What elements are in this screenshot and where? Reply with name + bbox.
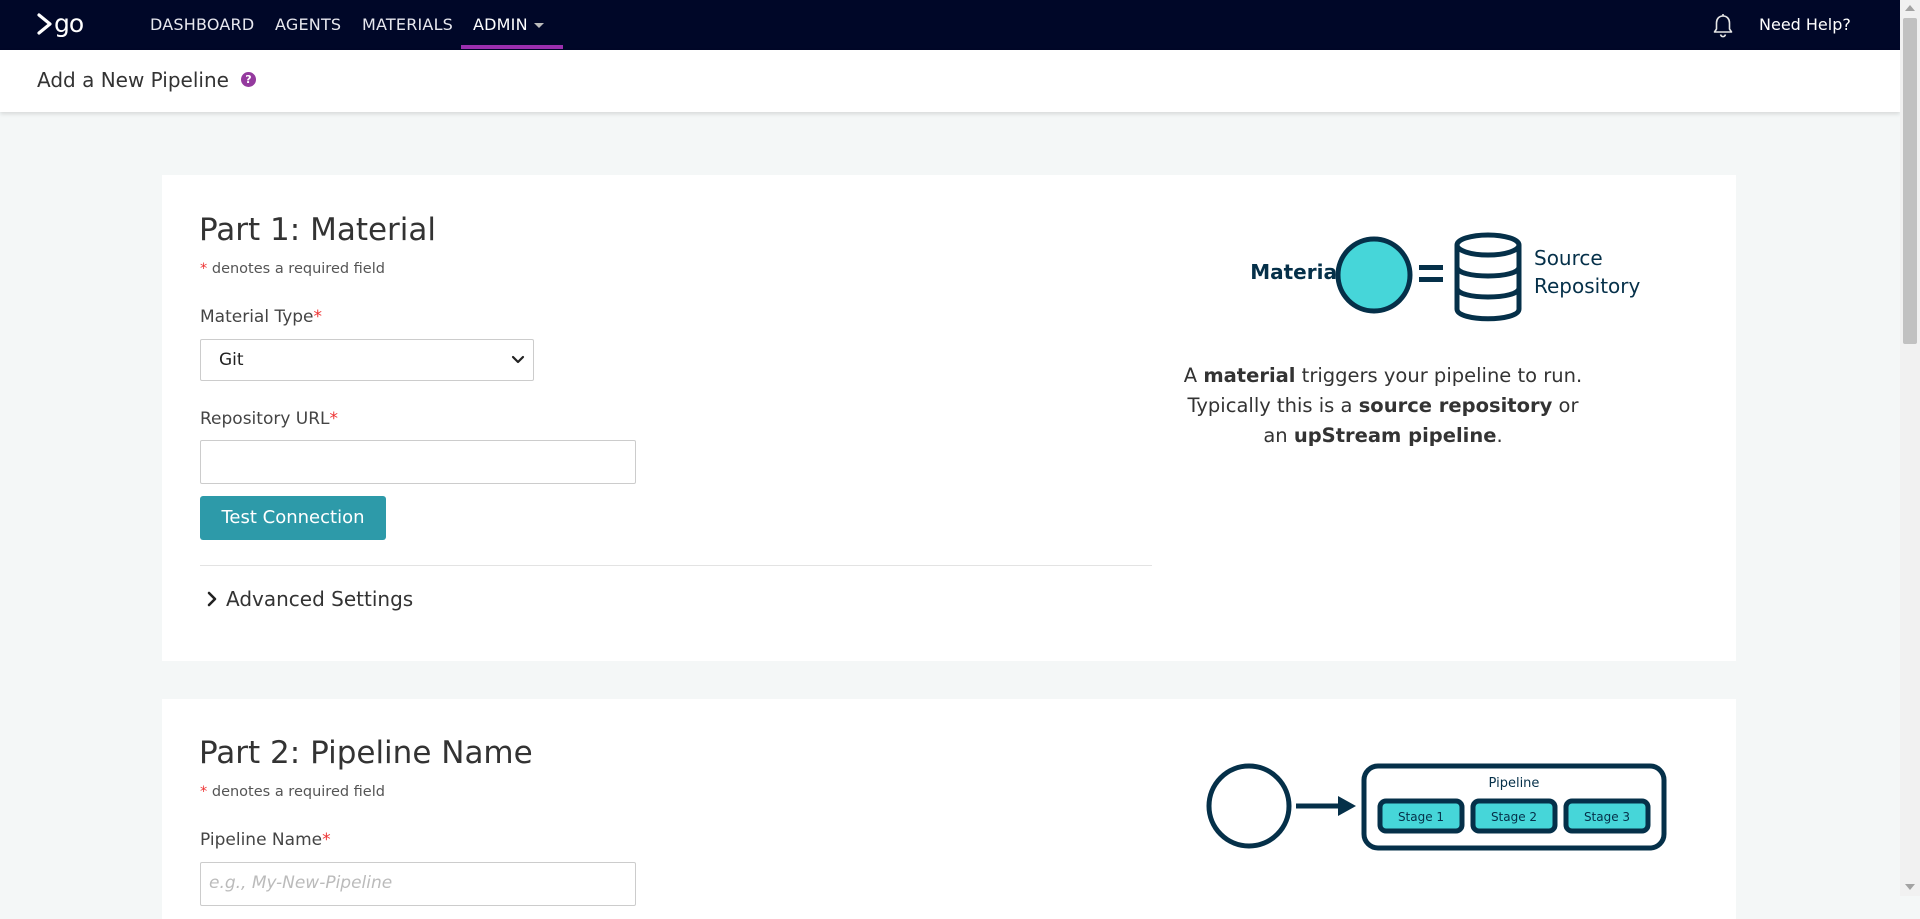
required-note-text: denotes a required field (207, 261, 385, 277)
pipeline-stages-illustration: Pipeline Stage 1 Stage 2 Stage 3 (1206, 763, 1667, 851)
illus-material-text: Material (1250, 260, 1344, 284)
illus-repository-text: Repository (1534, 274, 1641, 298)
material-circle-icon (1335, 236, 1413, 314)
advanced-settings-label: Advanced Settings (226, 587, 414, 611)
pipeline-name-label-text: Pipeline Name (200, 830, 323, 850)
required-note: * denotes a required field (200, 784, 385, 800)
nav-dashboard[interactable]: DASHBOARD (150, 0, 254, 50)
bell-icon[interactable] (1712, 13, 1734, 39)
test-connection-button[interactable]: Test Connection (200, 496, 386, 540)
illus-stage-1: Stage 1 (1398, 810, 1444, 824)
page-header: Add a New Pipeline ? (0, 50, 1900, 112)
desc-text: . (1496, 424, 1503, 447)
description-line-3: an upStream pipeline. (1168, 421, 1598, 451)
pipeline-name-placeholder: e.g., My-New-Pipeline (209, 873, 393, 893)
part2-title: Part 2: Pipeline Name (199, 735, 533, 771)
required-note: * denotes a required field (200, 261, 385, 277)
material-circle-icon (1206, 763, 1292, 849)
material-type-label: Material Type* (200, 307, 322, 327)
desc-text: or (1552, 394, 1579, 417)
scroll-down-arrow-icon[interactable] (1905, 884, 1915, 890)
pipeline-name-input[interactable]: e.g., My-New-Pipeline (200, 862, 636, 906)
equals-icon (1419, 265, 1443, 270)
description-line-2: Typically this is a source repository or (1168, 391, 1598, 421)
required-star: * (322, 830, 331, 850)
scroll-up-arrow-icon[interactable] (1905, 5, 1915, 11)
desc-text: an (1263, 424, 1294, 447)
pipeline-name-card: Part 2: Pipeline Name * denotes a requir… (162, 699, 1736, 919)
illus-stage-2: Stage 2 (1491, 810, 1537, 824)
pipeline-name-label: Pipeline Name* (200, 830, 331, 850)
desc-text: triggers your pipeline to run. (1295, 364, 1583, 387)
required-star: * (329, 409, 339, 429)
page-title: Add a New Pipeline (37, 68, 229, 92)
logo-text: go (54, 9, 84, 38)
required-star: * (313, 307, 323, 327)
desc-bold: material (1203, 364, 1296, 387)
desc-bold: upStream pipeline (1293, 424, 1497, 447)
material-type-select[interactable]: Git (200, 339, 534, 381)
database-icon (1454, 232, 1522, 322)
material-description: A material triggers your pipeline to run… (1168, 361, 1598, 451)
play-icon (37, 13, 52, 35)
material-type-value: Git (219, 350, 244, 370)
go-logo[interactable]: go (36, 9, 84, 38)
nav-admin-label: ADMIN (473, 15, 528, 34)
description-line-1: A material triggers your pipeline to run… (1168, 361, 1598, 391)
top-navbar: go DASHBOARD AGENTS MATERIALS ADMIN Need… (0, 0, 1900, 50)
repo-url-label-text: Repository URL (200, 409, 330, 429)
desc-text: Typically this is a (1187, 394, 1359, 417)
illus-stage-3: Stage 3 (1584, 810, 1630, 824)
help-circle-icon[interactable]: ? (241, 72, 256, 87)
repo-url-input[interactable] (200, 440, 636, 484)
chevron-right-icon (207, 591, 217, 607)
nav-agents[interactable]: AGENTS (275, 0, 341, 50)
divider (200, 565, 1152, 566)
nav-admin[interactable]: ADMIN (473, 0, 544, 50)
part1-title: Part 1: Material (199, 212, 437, 248)
desc-text: A (1183, 364, 1204, 387)
caret-down-icon (533, 23, 544, 28)
required-note-text: denotes a required field (207, 784, 385, 800)
chevron-down-icon (511, 355, 525, 364)
illus-source-text: Source (1534, 246, 1603, 270)
nav-active-indicator (461, 45, 563, 49)
nav-materials[interactable]: MATERIALS (362, 0, 453, 50)
need-help-link[interactable]: Need Help? (1759, 0, 1851, 50)
illus-pipeline-text: Pipeline (1489, 776, 1540, 791)
material-source-repo-illustration: Material Source Repository (1250, 232, 1641, 322)
vertical-scrollbar[interactable] (1900, 0, 1920, 896)
material-type-label-text: Material Type (200, 307, 314, 327)
repo-url-label: Repository URL* (200, 409, 338, 429)
material-card: Part 1: Material * denotes a required fi… (162, 175, 1736, 661)
arrow-right-icon (1338, 796, 1356, 816)
desc-bold: source repository (1358, 394, 1553, 417)
scrollbar-thumb[interactable] (1903, 18, 1917, 344)
advanced-settings-toggle[interactable]: Advanced Settings (206, 587, 413, 611)
